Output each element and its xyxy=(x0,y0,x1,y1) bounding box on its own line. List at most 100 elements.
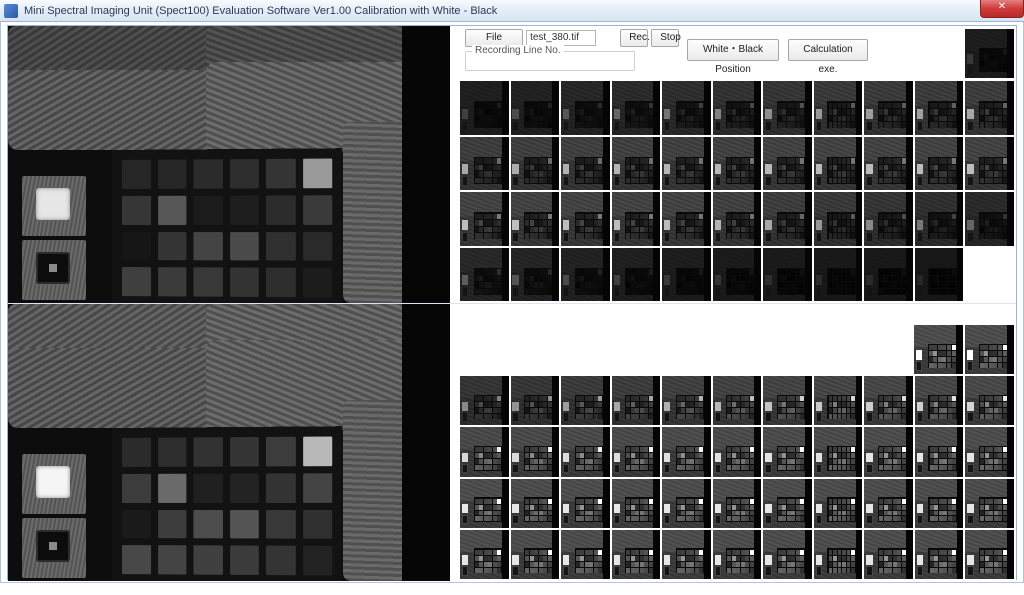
spectral-thumbnail[interactable] xyxy=(864,137,913,191)
spectral-thumbnail[interactable] xyxy=(561,376,610,425)
spectral-thumbnail[interactable] xyxy=(662,137,711,191)
spectral-thumbnail[interactable] xyxy=(662,427,711,476)
spectral-thumbnail[interactable] xyxy=(763,530,812,579)
spectral-thumbnail[interactable] xyxy=(763,479,812,528)
spectral-thumbnail[interactable] xyxy=(965,325,1014,374)
spectral-thumbnail[interactable] xyxy=(460,81,509,135)
spectral-thumbnail[interactable] xyxy=(460,376,509,425)
spectral-thumbnail[interactable] xyxy=(460,248,509,302)
spectral-thumbnail[interactable] xyxy=(763,248,812,302)
spectral-thumbnail[interactable] xyxy=(864,530,913,579)
spectral-thumbnail[interactable] xyxy=(460,479,509,528)
spectral-thumbnail[interactable] xyxy=(814,376,863,425)
spectral-thumbnail[interactable] xyxy=(915,137,964,191)
spectral-thumbnail[interactable] xyxy=(511,479,560,528)
spectral-thumbnail[interactable] xyxy=(511,81,560,135)
spectral-thumbnail[interactable] xyxy=(662,192,711,246)
spectral-thumbnail[interactable] xyxy=(763,137,812,191)
white-calibration-tile xyxy=(22,176,86,236)
spectral-thumbnail[interactable] xyxy=(814,81,863,135)
file-name-input[interactable]: test_380.tif xyxy=(526,30,596,46)
spectral-thumbnail[interactable] xyxy=(914,325,963,374)
spectral-thumbnail[interactable] xyxy=(511,137,560,191)
spectral-thumbnail[interactable] xyxy=(915,376,964,425)
spectral-thumbnail[interactable] xyxy=(612,479,661,528)
spectral-thumbnail[interactable] xyxy=(662,376,711,425)
spectral-thumbnail[interactable] xyxy=(511,376,560,425)
spectral-thumbnail[interactable] xyxy=(713,530,762,579)
spectral-thumbnail[interactable] xyxy=(763,192,812,246)
spectral-thumbnail[interactable] xyxy=(763,81,812,135)
spectral-thumbnail[interactable] xyxy=(915,530,964,579)
spectral-thumbnail[interactable] xyxy=(662,81,711,135)
spectral-thumbnail[interactable] xyxy=(713,192,762,246)
spectral-thumbnail[interactable] xyxy=(864,479,913,528)
spectral-thumbnail[interactable] xyxy=(763,427,812,476)
black-calibration-tile xyxy=(22,240,86,300)
spectral-thumbnail[interactable] xyxy=(662,479,711,528)
spectral-thumbnail[interactable] xyxy=(612,427,661,476)
spectral-thumbnail-grid-raw xyxy=(460,81,1014,301)
white-black-position-button[interactable]: White・Black Position xyxy=(687,39,779,61)
spectral-thumbnail[interactable] xyxy=(662,248,711,302)
spectral-thumbnail[interactable] xyxy=(561,530,610,579)
spectral-thumbnail[interactable] xyxy=(915,192,964,246)
spectral-thumbnail[interactable] xyxy=(965,530,1014,579)
spectral-thumbnail[interactable] xyxy=(561,427,610,476)
spectral-thumbnail[interactable] xyxy=(511,530,560,579)
spectral-thumbnail[interactable] xyxy=(561,81,610,135)
spectral-thumbnail[interactable] xyxy=(612,192,661,246)
spectral-thumbnail[interactable] xyxy=(864,81,913,135)
spectral-thumbnail[interactable] xyxy=(713,137,762,191)
spectral-thumbnail[interactable] xyxy=(864,192,913,246)
spectral-thumbnail[interactable] xyxy=(915,248,964,302)
spectral-thumbnail[interactable] xyxy=(915,479,964,528)
spectral-thumbnail[interactable] xyxy=(814,192,863,246)
spectral-thumbnail[interactable] xyxy=(864,427,913,476)
spectral-thumbnail[interactable] xyxy=(511,248,560,302)
spectral-thumbnail[interactable] xyxy=(460,427,509,476)
spectral-thumbnail[interactable] xyxy=(965,192,1014,246)
spectral-thumbnail[interactable] xyxy=(864,248,913,302)
spectral-thumbnail[interactable] xyxy=(814,427,863,476)
spectral-thumbnail[interactable] xyxy=(561,479,610,528)
spectral-thumbnail[interactable] xyxy=(713,427,762,476)
spectral-thumbnail[interactable] xyxy=(915,427,964,476)
spectral-thumbnail[interactable] xyxy=(713,248,762,302)
spectral-thumbnail[interactable] xyxy=(814,248,863,302)
spectral-thumbnail[interactable] xyxy=(713,479,762,528)
spectral-thumbnail[interactable] xyxy=(713,376,762,425)
spectral-thumbnail[interactable] xyxy=(763,376,812,425)
spectral-thumbnail[interactable] xyxy=(713,81,762,135)
spectral-thumbnail[interactable] xyxy=(511,427,560,476)
spectral-thumbnail[interactable] xyxy=(612,137,661,191)
spectral-thumbnail[interactable] xyxy=(662,530,711,579)
spectral-thumbnail[interactable] xyxy=(561,248,610,302)
spectral-thumbnail[interactable] xyxy=(612,81,661,135)
top-half: File Name test_380.tif Rec. Stop Recordi… xyxy=(8,26,1016,303)
window-close-button[interactable]: ✕ xyxy=(980,0,1024,18)
spectral-thumbnail[interactable] xyxy=(460,137,509,191)
spectral-thumbnail[interactable] xyxy=(511,192,560,246)
spectral-thumbnail[interactable] xyxy=(814,530,863,579)
app-icon xyxy=(4,4,18,18)
spectral-thumbnail[interactable] xyxy=(561,192,610,246)
calculation-exe-button[interactable]: Calculation exe. xyxy=(788,39,868,61)
spectral-thumbnail[interactable] xyxy=(612,530,661,579)
spectral-thumbnail[interactable] xyxy=(965,137,1014,191)
spectral-thumbnail[interactable] xyxy=(965,479,1014,528)
spectral-thumbnail[interactable] xyxy=(915,81,964,135)
spectral-thumbnail[interactable] xyxy=(965,81,1014,135)
spectral-thumbnail[interactable] xyxy=(612,248,661,302)
spectral-thumbnail[interactable] xyxy=(814,479,863,528)
spectral-thumbnail[interactable] xyxy=(460,192,509,246)
stop-button[interactable]: Stop xyxy=(651,29,679,47)
spectral-thumbnail[interactable] xyxy=(965,427,1014,476)
record-button[interactable]: Rec. xyxy=(620,29,648,47)
spectral-thumbnail[interactable] xyxy=(965,376,1014,425)
spectral-thumbnail[interactable] xyxy=(612,376,661,425)
spectral-thumbnail[interactable] xyxy=(561,137,610,191)
spectral-thumbnail[interactable] xyxy=(814,137,863,191)
spectral-thumbnail[interactable] xyxy=(460,530,509,579)
spectral-thumbnail[interactable] xyxy=(864,376,913,425)
